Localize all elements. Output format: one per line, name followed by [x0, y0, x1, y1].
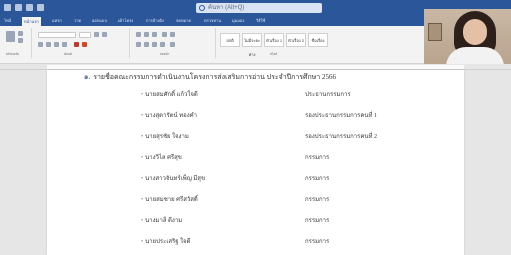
ribbon-group-styles: ปกติ ไม่มีระยะห่าง หัวเรื่อง 1 หัวเรื่อง…: [218, 28, 346, 58]
font-color-icon[interactable]: [82, 42, 87, 47]
search-box[interactable]: ค้นหา (Alt+Q): [196, 3, 322, 13]
ribbon: คลิปบอร์ด ฟอนต์ ย่อหน้า ปกติ ไม่มีระยะห่…: [0, 26, 424, 64]
undo-icon[interactable]: [26, 4, 33, 11]
tab-draw[interactable]: วาด: [74, 18, 81, 24]
line-spacing-icon[interactable]: [170, 42, 175, 47]
list-item: • นายสมศักดิ์ แก้วใจดี ประธานกรรมการ: [47, 91, 464, 100]
member-name: • นางสุดารัตน์ ทองคำ: [141, 113, 198, 119]
redo-icon[interactable]: [37, 4, 44, 11]
member-role: กรรมการ: [305, 176, 330, 182]
style-title[interactable]: ชื่อเรื่อง: [308, 33, 328, 47]
grow-font-icon[interactable]: [94, 32, 99, 37]
document-heading: ๑. รายชื่อคณะกรรมการดำเนินงานโครงการส่งเส…: [84, 73, 336, 82]
ribbon-group-paragraph: ย่อหน้า: [132, 28, 216, 58]
search-icon: [199, 5, 205, 11]
list-item: • นายประเสริฐ ใจดี กรรมการ: [47, 238, 464, 247]
presenter-body: [446, 47, 504, 64]
justify-icon[interactable]: [160, 42, 165, 47]
group-label-font: ฟอนต์: [64, 52, 72, 56]
shrink-font-icon[interactable]: [102, 32, 107, 37]
save-icon[interactable]: [15, 4, 22, 11]
autosave-icon[interactable]: [4, 4, 11, 11]
cut-icon[interactable]: [18, 31, 23, 36]
list-item: • นายสมชาย ศรีสวัสดิ์ กรรมการ: [47, 196, 464, 205]
tab-home[interactable]: หน้าแรก: [22, 17, 41, 26]
member-name: • นางมาลี ดีงาม: [141, 218, 183, 224]
copy-icon[interactable]: [18, 38, 23, 43]
list-item: • นายสุรชัย ใจงาม รองประธานกรรมการคนที่ 2: [47, 133, 464, 142]
bullets-icon[interactable]: [136, 32, 141, 37]
increase-indent-icon[interactable]: [170, 32, 175, 37]
decrease-indent-icon[interactable]: [162, 32, 167, 37]
list-item: • นางสุดารัตน์ ทองคำ รองประธานกรรมการคนที…: [47, 112, 464, 121]
multilevel-list-icon[interactable]: [152, 32, 157, 37]
member-role: กรรมการ: [305, 239, 330, 245]
ribbon-group-clipboard: คลิปบอร์ด: [2, 28, 32, 58]
member-name: • นางสาวจันทร์เพ็ญ มีสุข: [141, 176, 206, 182]
ribbon-group-font: ฟอนต์: [34, 28, 130, 58]
align-right-icon[interactable]: [152, 42, 157, 47]
member-name: • นายประเสริฐ ใจดี: [141, 239, 191, 245]
tab-file[interactable]: ไฟล์: [4, 18, 11, 24]
align-left-icon[interactable]: [136, 42, 141, 47]
member-name: • นางวิไล ศรีสุข: [141, 155, 182, 161]
member-role: กรรมการ: [305, 197, 330, 203]
search-placeholder: ค้นหา (Alt+Q): [208, 5, 245, 11]
member-role: กรรมการ: [305, 218, 330, 224]
style-heading-2[interactable]: หัวเรื่อง 2: [286, 33, 306, 47]
group-label-styles: สไตล์: [270, 52, 278, 56]
group-label-paragraph: ย่อหน้า: [160, 52, 170, 56]
style-heading-1[interactable]: หัวเรื่อง 1: [264, 33, 284, 47]
quick-access-toolbar: [4, 4, 44, 11]
paste-icon[interactable]: [6, 31, 15, 42]
member-role: รองประธานกรรมการคนที่ 1: [305, 113, 377, 119]
align-center-icon[interactable]: [144, 42, 149, 47]
list-item: • นางวิไล ศรีสุข กรรมการ: [47, 154, 464, 163]
presenter-face: [463, 19, 487, 45]
tab-references[interactable]: การอ้างอิง: [146, 18, 164, 24]
tab-layout[interactable]: เค้าโครง: [118, 18, 133, 24]
tab-design[interactable]: ออกแบบ: [92, 18, 107, 24]
strikethrough-icon[interactable]: [62, 42, 67, 47]
tab-mailings[interactable]: จดหมาย: [176, 18, 191, 24]
underline-icon[interactable]: [54, 42, 59, 47]
menu-tab-row: ไฟล์ หน้าแรก แทรก วาด ออกแบบ เค้าโครง กา…: [0, 16, 424, 26]
style-normal[interactable]: ปกติ: [220, 33, 240, 47]
font-size-select[interactable]: [79, 32, 91, 38]
group-label-clipboard: คลิปบอร์ด: [6, 52, 20, 56]
numbering-icon[interactable]: [144, 32, 149, 37]
webcam-video-overlay: [424, 9, 511, 64]
style-no-spacing[interactable]: ไม่มีระยะห่าง: [242, 33, 262, 57]
text-cursor-mark: [164, 216, 166, 218]
list-item: • นางสาวจันทร์เพ็ญ มีสุข กรรมการ: [47, 175, 464, 184]
heading-number: ๑.: [84, 73, 91, 81]
tab-view[interactable]: มุมมอง: [232, 18, 244, 24]
document-page[interactable]: ๑. รายชื่อคณะกรรมการดำเนินงานโครงการส่งเส…: [47, 70, 464, 255]
ruler-bar: [47, 65, 464, 69]
heading-text: รายชื่อคณะกรรมการดำเนินงานโครงการส่งเสริ…: [93, 73, 336, 81]
tab-insert[interactable]: แทรก: [52, 18, 62, 24]
member-name: • นายสมศักดิ์ แก้วใจดี: [141, 92, 198, 98]
member-name: • นายสุรชัย ใจงาม: [141, 134, 189, 140]
highlight-color-icon[interactable]: [74, 42, 79, 47]
tab-help[interactable]: วิธีใช้: [256, 18, 265, 24]
member-role: กรรมการ: [305, 155, 330, 161]
member-role: รองประธานกรรมการคนที่ 2: [305, 134, 377, 140]
font-name-select[interactable]: [38, 32, 76, 38]
wall-picture-frame: [428, 23, 442, 41]
member-role: ประธานกรรมการ: [305, 92, 351, 98]
list-item: • นางมาลี ดีงาม กรรมการ: [47, 217, 464, 226]
bold-icon[interactable]: [38, 42, 43, 47]
tab-review[interactable]: ตรวจทาน: [204, 18, 221, 24]
member-name: • นายสมชาย ศรีสวัสดิ์: [141, 197, 198, 203]
italic-icon[interactable]: [46, 42, 51, 47]
